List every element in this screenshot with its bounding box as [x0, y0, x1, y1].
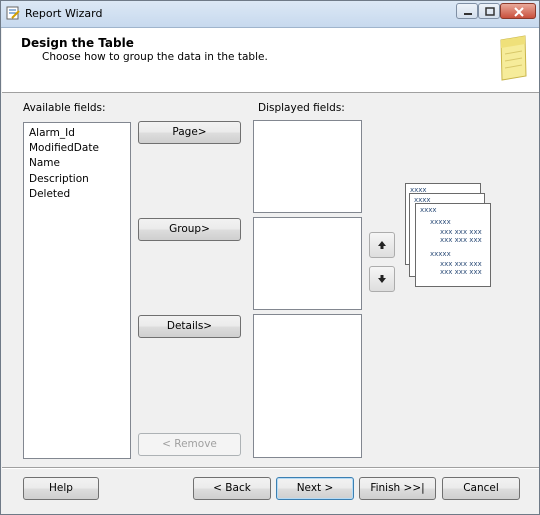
- report-wizard-window: Report Wizard Design the Table Choose ho…: [0, 0, 540, 515]
- preview-header-text: xxxx: [420, 206, 437, 214]
- back-button[interactable]: < Back: [193, 477, 271, 500]
- footer-divider-highlight: [2, 468, 539, 469]
- list-item[interactable]: ModifiedDate: [29, 142, 99, 154]
- list-item[interactable]: Deleted: [29, 188, 70, 200]
- preview-row-text: xxx xxx xxx: [440, 260, 482, 268]
- available-fields-label: Available fields:: [23, 102, 106, 114]
- maximize-button[interactable]: [478, 3, 500, 19]
- move-up-button[interactable]: [369, 232, 395, 258]
- finish-button[interactable]: Finish >>|: [359, 477, 436, 500]
- arrow-down-icon: [378, 275, 386, 283]
- list-item[interactable]: Name: [29, 157, 60, 169]
- preview-row-text: xxx xxx xxx: [440, 236, 482, 244]
- title-bar[interactable]: Report Wizard: [1, 1, 539, 28]
- list-item[interactable]: Description: [29, 173, 89, 185]
- cancel-button[interactable]: Cancel: [442, 477, 520, 500]
- minimize-button[interactable]: [456, 3, 478, 19]
- next-button[interactable]: Next >: [276, 477, 354, 500]
- close-icon: [514, 7, 524, 17]
- details-button[interactable]: Details>: [138, 315, 241, 338]
- wizard-header: Design the Table Choose how to group the…: [2, 28, 539, 93]
- available-fields-list[interactable]: Alarm_Id ModifiedDate Name Description D…: [23, 122, 131, 459]
- remove-button[interactable]: < Remove: [138, 433, 241, 456]
- page-title: Design the Table: [21, 36, 134, 50]
- list-item[interactable]: Alarm_Id: [29, 127, 75, 139]
- preview-row-text: xxx xxx xxx: [440, 228, 482, 236]
- page-subtitle: Choose how to group the data in the tabl…: [42, 51, 268, 63]
- minimize-icon: [464, 13, 472, 15]
- report-wizard-icon: [6, 6, 20, 20]
- help-button[interactable]: Help: [23, 477, 99, 500]
- group-fields-list[interactable]: [253, 217, 362, 310]
- preview-group-text: xxxxx: [430, 250, 451, 258]
- displayed-fields-label: Displayed fields:: [258, 102, 345, 114]
- details-fields-list[interactable]: [253, 314, 362, 458]
- preview-group-text: xxxxx: [430, 218, 451, 226]
- window-title: Report Wizard: [25, 7, 103, 20]
- move-down-button[interactable]: [369, 266, 395, 292]
- preview-sheet-front: xxxx xxxxx xxx xxx xxx xxx xxx xxx xxxxx…: [415, 203, 491, 287]
- close-button[interactable]: [500, 3, 536, 19]
- group-button[interactable]: Group>: [138, 218, 241, 241]
- maximize-icon: [485, 7, 495, 16]
- arrow-up-icon: [378, 241, 386, 249]
- preview-row-text: xxx xxx xxx: [440, 268, 482, 276]
- page-fields-list[interactable]: [253, 120, 362, 213]
- page-button[interactable]: Page>: [138, 121, 241, 144]
- table-layout-preview: xxxx xxxx xxxx xxxxx xxx xxx xxx xxx xxx…: [401, 181, 493, 291]
- wizard-note-icon: [500, 35, 527, 81]
